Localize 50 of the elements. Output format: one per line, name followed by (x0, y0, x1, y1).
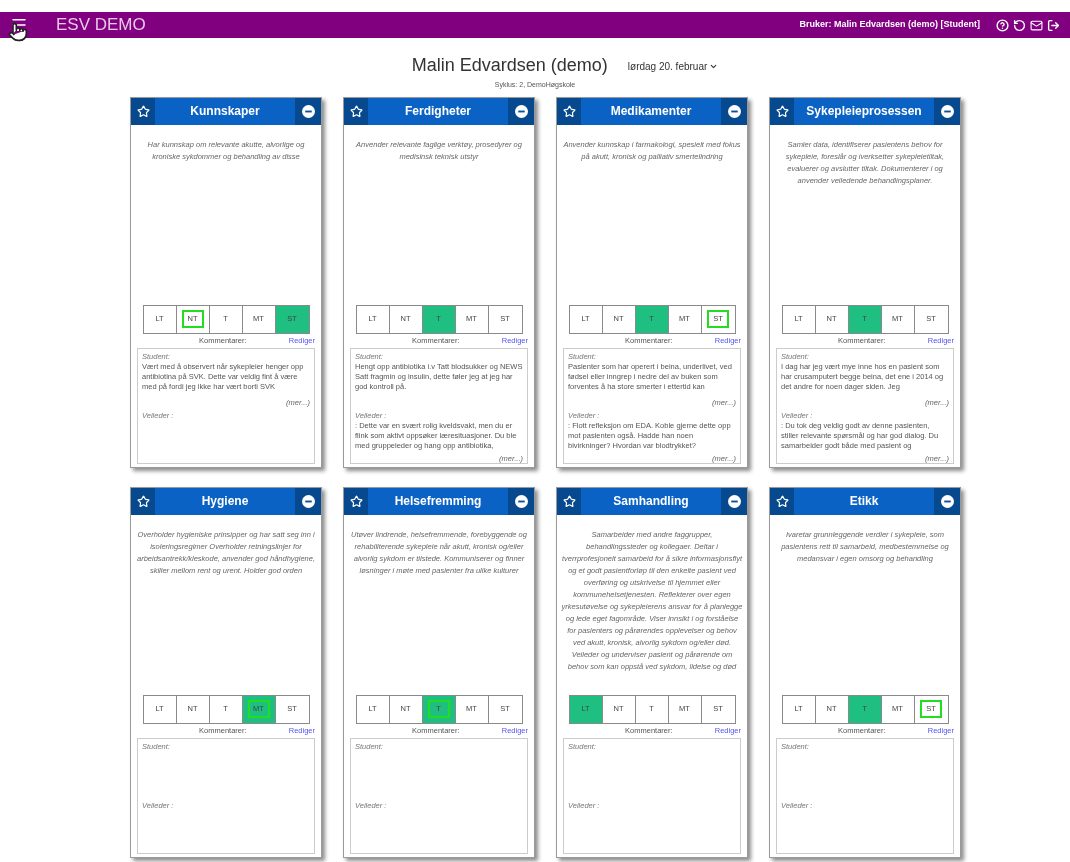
collapse-button[interactable] (934, 487, 960, 515)
help-icon[interactable] (996, 18, 1009, 32)
undo-icon[interactable] (1013, 18, 1026, 32)
collapse-button[interactable] (721, 487, 747, 515)
card-title: Medikamenter (609, 103, 693, 120)
collapse-icon[interactable] (514, 104, 528, 118)
collapse-button[interactable] (508, 487, 534, 515)
app-title: ESV DEMO (56, 14, 146, 37)
collapse-icon[interactable] (940, 104, 954, 118)
collapse-icon[interactable] (727, 104, 741, 118)
card-title: Helsefremming (393, 493, 483, 510)
favorite-button[interactable] (770, 97, 794, 125)
favorite-button[interactable] (557, 97, 581, 125)
favorite-button[interactable] (344, 487, 368, 515)
favorite-button[interactable] (557, 487, 581, 515)
student-name: Malin Edvardsen (demo) (411, 54, 608, 76)
collapse-button[interactable] (721, 97, 747, 125)
favorite-button[interactable] (131, 487, 155, 515)
date-dropdown[interactable]: lørdag 20. februar (627, 59, 719, 74)
favorite-button[interactable] (131, 97, 155, 125)
user-info: Bruker: Malin Edvardsen (demo) [Student] (799, 18, 980, 32)
logout-icon[interactable] (1047, 18, 1060, 32)
favorite-button[interactable] (344, 97, 368, 125)
hand-cursor-icon (8, 22, 28, 42)
star-icon (349, 494, 363, 508)
star-icon (562, 104, 576, 118)
collapse-button[interactable] (508, 97, 534, 125)
star-icon (136, 104, 150, 118)
card-title: Ferdigheter (404, 103, 472, 120)
collapse-button[interactable] (295, 97, 321, 125)
star-icon (349, 104, 363, 118)
mail-icon[interactable] (1030, 18, 1043, 32)
card-title: Etikk (848, 493, 880, 510)
collapse-icon[interactable] (940, 494, 954, 508)
card-title: Samhandling (612, 493, 690, 510)
collapse-icon[interactable] (514, 494, 528, 508)
card-title: Kunnskaper (189, 103, 261, 120)
collapse-icon[interactable] (301, 494, 315, 508)
caret-icon (709, 62, 719, 71)
collapse-icon[interactable] (301, 104, 315, 118)
collapse-icon[interactable] (727, 494, 741, 508)
star-icon (136, 494, 150, 508)
star-icon (775, 494, 789, 508)
card-title: Hygiene (200, 493, 250, 510)
collapse-button[interactable] (934, 97, 960, 125)
star-icon (562, 494, 576, 508)
star-icon (775, 104, 789, 118)
collapse-button[interactable] (295, 487, 321, 515)
card-title: Sykepleieprosessen (805, 103, 923, 120)
favorite-button[interactable] (770, 487, 794, 515)
